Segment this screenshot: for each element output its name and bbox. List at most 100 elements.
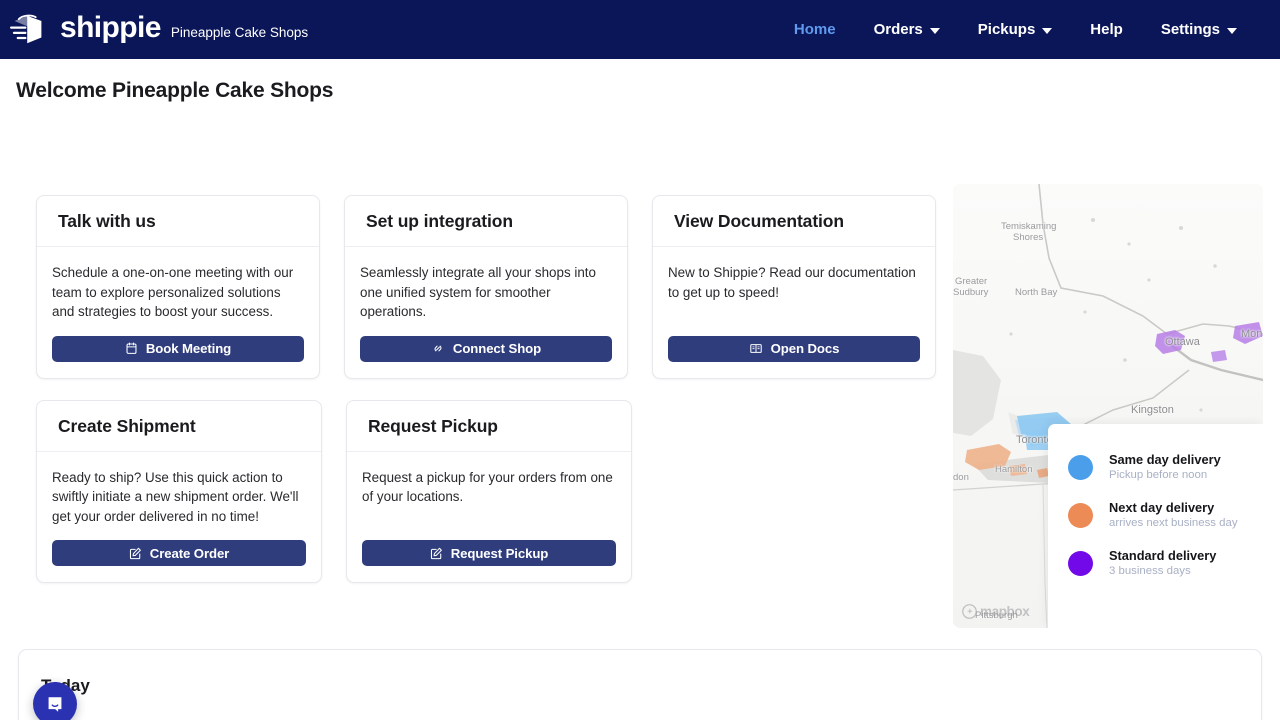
page-title: Welcome Pineapple Cake Shops xyxy=(16,79,333,103)
request-pickup-button[interactable]: Request Pickup xyxy=(362,540,616,566)
nav-item-orders-label: Orders xyxy=(874,21,923,38)
chevron-down-icon xyxy=(1227,28,1237,34)
nav-item-pickups[interactable]: Pickups xyxy=(959,13,1072,46)
legend-item-label: Next day delivery xyxy=(1109,500,1238,516)
legend-text: Same day delivery Pickup before noon xyxy=(1109,452,1221,483)
legend-item-label: Same day delivery xyxy=(1109,452,1221,468)
connect-shop-label: Connect Shop xyxy=(453,341,541,356)
legend-item-sublabel: 3 business days xyxy=(1109,564,1216,579)
mapbox-attribution[interactable]: mapbox xyxy=(962,604,1029,619)
brand[interactable]: shippie Pineapple Cake Shops xyxy=(10,13,308,47)
create-order-label: Create Order xyxy=(150,546,229,561)
card-title: Create Shipment xyxy=(58,416,300,437)
card-title: Set up integration xyxy=(366,211,606,232)
legend-color-dot xyxy=(1068,503,1093,528)
quick-actions-row-1: Talk with us Schedule a one-on-one meeti… xyxy=(36,195,936,379)
chat-bubble-icon xyxy=(44,693,66,715)
today-panel: Today xyxy=(18,649,1262,720)
map-label: Mon xyxy=(1241,328,1262,340)
chat-launcher-button[interactable] xyxy=(33,682,77,720)
map-label: Sudbury xyxy=(953,287,988,298)
mapbox-logo-icon xyxy=(962,604,977,619)
legend-item-next-day: Next day delivery arrives next business … xyxy=(1068,500,1263,531)
nav-item-help[interactable]: Help xyxy=(1071,13,1142,46)
nav-item-home-label: Home xyxy=(794,21,836,38)
book-icon xyxy=(749,342,763,355)
nav-item-settings[interactable]: Settings xyxy=(1142,13,1256,46)
card-footer: Book Meeting xyxy=(37,322,319,378)
mapbox-wordmark: mapbox xyxy=(980,604,1029,619)
card-footer: Open Docs xyxy=(653,322,935,378)
legend-item-sublabel: Pickup before noon xyxy=(1109,468,1221,483)
card-title: Request Pickup xyxy=(368,416,610,437)
card-header: Talk with us xyxy=(37,196,319,247)
page-content: Welcome Pineapple Cake Shops Talk with u… xyxy=(0,59,1280,720)
card-request-pickup: Request Pickup Request a pickup for your… xyxy=(346,400,632,584)
card-footer: Create Order xyxy=(37,526,321,582)
card-description: Request a pickup for your orders from on… xyxy=(362,468,616,507)
card-header: Create Shipment xyxy=(37,401,321,452)
brand-subtitle: Pineapple Cake Shops xyxy=(171,26,308,40)
map-label: Hamilton xyxy=(995,464,1033,475)
map-label: don xyxy=(953,472,969,483)
legend-item-sublabel: arrives next business day xyxy=(1109,516,1238,531)
card-description: Schedule a one-on-one meeting with our t… xyxy=(52,263,304,322)
map-label: Greater xyxy=(955,276,987,287)
legend-text: Standard delivery 3 business days xyxy=(1109,548,1216,579)
book-meeting-label: Book Meeting xyxy=(146,341,231,356)
pencil-square-icon xyxy=(430,547,443,560)
card-title: View Documentation xyxy=(674,211,914,232)
legend-color-dot xyxy=(1068,551,1093,576)
map-label: Shores xyxy=(1013,232,1043,243)
map-legend: Same day delivery Pickup before noon Nex… xyxy=(1048,424,1263,628)
nav-item-home[interactable]: Home xyxy=(775,13,855,46)
main-navigation: Home Orders Pickups Help Settings xyxy=(775,13,1256,46)
card-talk-with-us: Talk with us Schedule a one-on-one meeti… xyxy=(36,195,320,379)
card-body: Request a pickup for your orders from on… xyxy=(347,452,631,527)
legend-color-dot xyxy=(1068,455,1093,480)
legend-item-standard: Standard delivery 3 business days xyxy=(1068,548,1263,579)
nav-item-orders[interactable]: Orders xyxy=(855,13,959,46)
connect-shop-button[interactable]: Connect Shop xyxy=(360,336,612,362)
map-label: North Bay xyxy=(1015,287,1057,298)
card-body: Ready to ship? Use this quick action to … xyxy=(37,452,321,527)
link-chain-icon xyxy=(431,342,445,355)
nav-item-help-label: Help xyxy=(1090,21,1123,38)
card-body: Seamlessly integrate all your shops into… xyxy=(345,247,627,322)
quick-actions-row-2: Create Shipment Ready to ship? Use this … xyxy=(36,400,936,584)
pencil-square-icon xyxy=(129,547,142,560)
shipping-box-speed-logo-icon xyxy=(10,13,52,47)
card-description: Seamlessly integrate all your shops into… xyxy=(360,263,612,322)
open-docs-label: Open Docs xyxy=(771,341,840,356)
legend-item-same-day: Same day delivery Pickup before noon xyxy=(1068,452,1263,483)
map-label: Kingston xyxy=(1131,404,1174,416)
open-docs-button[interactable]: Open Docs xyxy=(668,336,920,362)
quick-actions-grid: Talk with us Schedule a one-on-one meeti… xyxy=(36,195,936,604)
card-description: New to Shippie? Read our documentation t… xyxy=(668,263,920,302)
card-body: New to Shippie? Read our documentation t… xyxy=(653,247,935,322)
brand-wordmark: shippie xyxy=(60,13,161,43)
nav-item-pickups-label: Pickups xyxy=(978,21,1036,38)
card-description: Ready to ship? Use this quick action to … xyxy=(52,468,306,527)
chevron-down-icon xyxy=(1042,28,1052,34)
delivery-coverage-map[interactable]: Temiskaming Shores Greater Sudbury North… xyxy=(953,184,1263,628)
card-header: Set up integration xyxy=(345,196,627,247)
card-body: Schedule a one-on-one meeting with our t… xyxy=(37,247,319,322)
app-header: shippie Pineapple Cake Shops Home Orders… xyxy=(0,0,1280,59)
card-header: View Documentation xyxy=(653,196,935,247)
card-footer: Connect Shop xyxy=(345,322,627,378)
chevron-down-icon xyxy=(930,28,940,34)
legend-text: Next day delivery arrives next business … xyxy=(1109,500,1238,531)
card-create-shipment: Create Shipment Ready to ship? Use this … xyxy=(36,400,322,584)
request-pickup-label: Request Pickup xyxy=(451,546,549,561)
calendar-icon xyxy=(125,342,138,355)
card-view-documentation: View Documentation New to Shippie? Read … xyxy=(652,195,936,379)
map-label: Ottawa xyxy=(1165,336,1200,348)
create-order-button[interactable]: Create Order xyxy=(52,540,306,566)
nav-item-settings-label: Settings xyxy=(1161,21,1220,38)
book-meeting-button[interactable]: Book Meeting xyxy=(52,336,304,362)
card-header: Request Pickup xyxy=(347,401,631,452)
card-title: Talk with us xyxy=(58,211,298,232)
map-label: Temiskaming xyxy=(1001,221,1056,232)
legend-item-label: Standard delivery xyxy=(1109,548,1216,564)
